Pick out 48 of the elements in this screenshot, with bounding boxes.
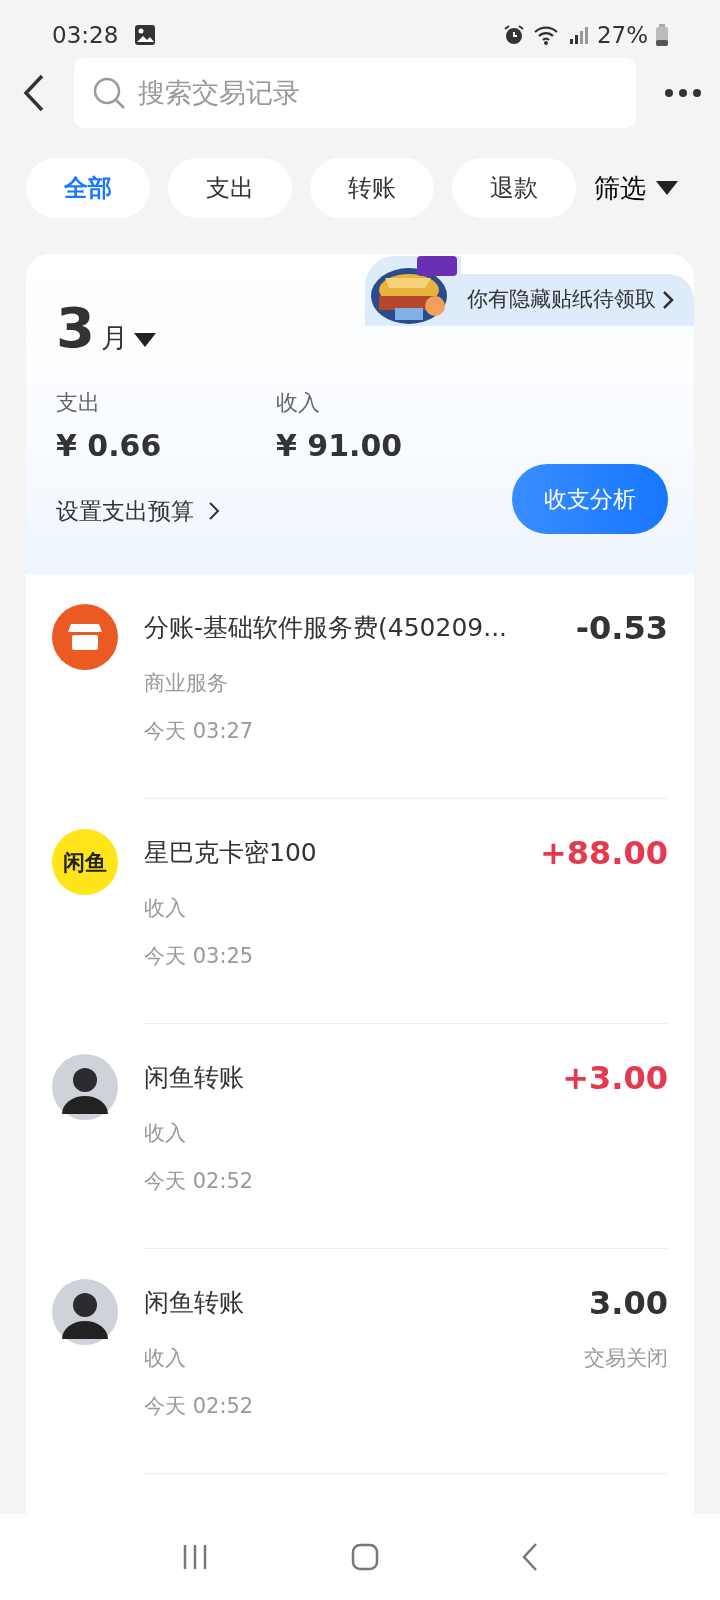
- transaction-category: 商业服务: [144, 670, 228, 697]
- caret-icon: [656, 181, 678, 195]
- avatar: [52, 1054, 118, 1120]
- transaction-time: 今天 03:25: [144, 942, 255, 970]
- battery-icon: [656, 24, 668, 46]
- chevron-icon: [662, 290, 674, 310]
- expense-amount: ¥ 0.66: [56, 427, 163, 465]
- filter-dropdown[interactable]: 筛选: [594, 168, 678, 208]
- transaction-amount: +88.00: [539, 833, 668, 874]
- budget-link[interactable]: 设置支出预算: [56, 493, 220, 529]
- caret-icon: [133, 333, 156, 347]
- transaction-category: 收入: [144, 1120, 186, 1147]
- promo-banner[interactable]: 你有隐藏贴纸待领取: [461, 274, 694, 326]
- income-amount: ¥ 91.00: [276, 427, 403, 465]
- filter-tab[interactable]: 支出: [168, 158, 292, 218]
- filter-tab[interactable]: 退款: [452, 158, 576, 218]
- status-time: 03:28: [52, 20, 119, 50]
- income-label: 收入: [276, 389, 321, 417]
- home-icon[interactable]: [351, 1543, 379, 1571]
- transaction-category: 收入: [144, 1345, 186, 1372]
- more-icon[interactable]: [664, 88, 702, 98]
- filter-tab[interactable]: 全部: [26, 158, 150, 218]
- month-selector[interactable]: 3 月: [56, 254, 156, 370]
- alarm-icon: [502, 24, 525, 46]
- chevron-icon: [208, 501, 220, 521]
- analysis-button[interactable]: 收支分析: [512, 464, 668, 534]
- transaction-time: 今天 02:52: [144, 1167, 255, 1195]
- search-field[interactable]: 搜索交易记录: [74, 58, 636, 128]
- signal-icon: [568, 25, 589, 45]
- transaction-amount: +3.00: [562, 1058, 668, 1099]
- transaction-title: 闲鱼转账: [144, 1062, 244, 1095]
- transaction-status: 交易关闭: [584, 1345, 668, 1372]
- transaction-category: 收入: [144, 895, 186, 922]
- avatar: [52, 1279, 118, 1345]
- image-icon: [134, 24, 157, 46]
- app-logo: 闲鱼: [52, 829, 118, 895]
- transaction-title: 分账-基础软件服务费(450209...: [144, 612, 508, 645]
- transaction-amount: -0.53: [575, 608, 668, 649]
- filter-tab[interactable]: 转账: [310, 158, 434, 218]
- back-icon[interactable]: [22, 73, 46, 113]
- transaction-title: 星巴克卡密100: [144, 837, 317, 870]
- transaction-time: 今天 02:52: [144, 1392, 255, 1420]
- transaction-title: 闲鱼转账: [144, 1287, 244, 1320]
- transaction-time: 今天 03:27: [144, 717, 255, 745]
- battery-percent: 27%: [596, 20, 648, 50]
- expense-label: 支出: [56, 389, 101, 417]
- recent-apps-icon[interactable]: [181, 1543, 209, 1571]
- transaction-amount: 3.00: [589, 1283, 668, 1324]
